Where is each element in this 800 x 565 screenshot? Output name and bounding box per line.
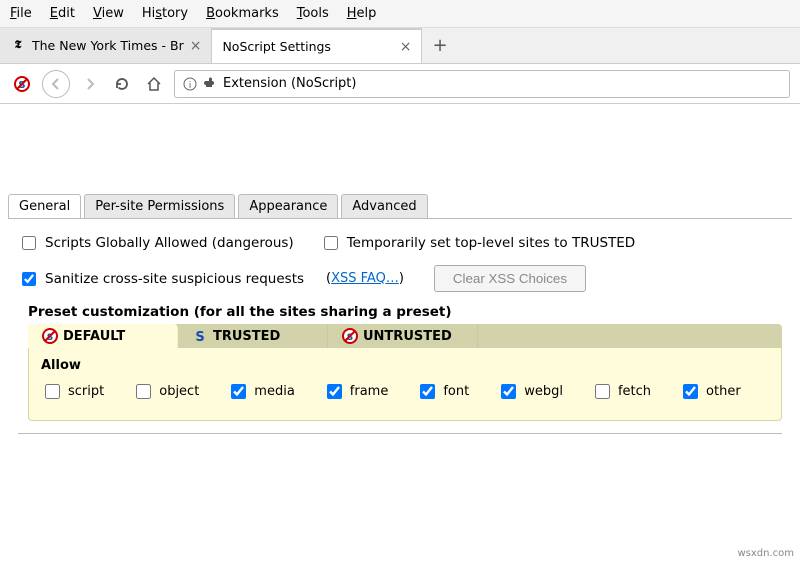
menu-view[interactable]: View: [93, 6, 124, 21]
menubar: File Edit View History Bookmarks Tools H…: [0, 0, 800, 28]
perm-media-checkbox[interactable]: [231, 384, 246, 399]
perm-script-checkbox[interactable]: [45, 384, 60, 399]
temp-trusted-checkbox[interactable]: [324, 236, 338, 250]
sanitize-label: Sanitize cross-site suspicious requests: [45, 271, 304, 287]
preset-tab-label: TRUSTED: [213, 329, 280, 344]
tab-per-site[interactable]: Per-site Permissions: [84, 194, 235, 218]
perm-webgl-label: webgl: [524, 384, 563, 399]
settings-body: Scripts Globally Allowed (dangerous) Tem…: [8, 218, 792, 444]
extension-icon: [203, 77, 217, 91]
perm-fetch: fetch: [591, 381, 651, 402]
perm-font-checkbox[interactable]: [420, 384, 435, 399]
perm-object-label: object: [159, 384, 199, 399]
menu-history[interactable]: History: [142, 6, 188, 21]
perm-fetch-label: fetch: [618, 384, 651, 399]
perm-object-checkbox[interactable]: [136, 384, 151, 399]
svg-text:i: i: [189, 81, 192, 91]
perm-font: font: [416, 381, 469, 402]
reload-button[interactable]: [110, 72, 134, 96]
back-button[interactable]: [42, 70, 70, 98]
perm-frame-label: frame: [350, 384, 389, 399]
preset-tab-untrusted[interactable]: S UNTRUSTED: [328, 324, 478, 348]
clear-xss-button[interactable]: Clear XSS Choices: [434, 265, 586, 292]
menu-tools[interactable]: Tools: [297, 6, 329, 21]
close-icon[interactable]: ×: [400, 39, 412, 55]
tab-advanced[interactable]: Advanced: [341, 194, 427, 218]
noscript-default-icon: S: [42, 328, 58, 344]
preset-tab-trusted[interactable]: S TRUSTED: [178, 324, 328, 348]
navbar: S i Extension (NoScript): [0, 64, 800, 104]
perm-webgl: webgl: [497, 381, 563, 402]
preset-panel: Allow script object media frame font webgl fet…: [28, 348, 782, 421]
perm-other-checkbox[interactable]: [683, 384, 698, 399]
menu-bookmarks[interactable]: Bookmarks: [206, 6, 279, 21]
perm-webgl-checkbox[interactable]: [501, 384, 516, 399]
preset-tab-label: DEFAULT: [63, 329, 125, 344]
tab-general[interactable]: General: [8, 194, 81, 218]
forward-button[interactable]: [78, 72, 102, 96]
menu-edit[interactable]: Edit: [50, 6, 75, 21]
info-icon[interactable]: i: [183, 77, 197, 91]
noscript-toolbar-icon[interactable]: S: [10, 72, 34, 96]
preset-heading: Preset customization (for all the sites …: [28, 304, 782, 320]
perm-other-label: other: [706, 384, 741, 399]
perm-script-label: script: [68, 384, 104, 399]
xss-faq-wrap: (XSS FAQ…): [326, 271, 404, 286]
temp-trusted-label: Temporarily set top-level sites to TRUST…: [347, 235, 636, 251]
perm-frame: frame: [323, 381, 389, 402]
xss-faq-link[interactable]: XSS FAQ…: [331, 271, 399, 286]
close-icon[interactable]: ×: [190, 38, 202, 54]
perm-script: script: [41, 381, 104, 402]
new-tab-button[interactable]: +: [422, 35, 457, 56]
tab-nytimes[interactable]: 𝕿 The New York Times - Br ×: [0, 28, 212, 63]
perm-object: object: [132, 381, 199, 402]
home-button[interactable]: [142, 72, 166, 96]
url-bar[interactable]: i Extension (NoScript): [174, 70, 790, 98]
perm-media: media: [227, 381, 295, 402]
preset-tab-default[interactable]: S DEFAULT: [28, 324, 178, 348]
menu-help[interactable]: Help: [347, 6, 377, 21]
tab-label: The New York Times - Br: [32, 38, 184, 53]
preset-tabs: S DEFAULT S TRUSTED S UNTRUSTED: [28, 324, 782, 348]
noscript-untrusted-icon: S: [342, 328, 358, 344]
settings-tabs: General Per-site Permissions Appearance …: [8, 194, 792, 218]
settings-content: General Per-site Permissions Appearance …: [0, 104, 800, 452]
noscript-trusted-icon: S: [192, 328, 208, 344]
divider: [18, 433, 782, 434]
perm-other: other: [679, 381, 741, 402]
tabbar: 𝕿 The New York Times - Br × NoScript Set…: [0, 28, 800, 64]
watermark: wsxdn.com: [737, 548, 794, 559]
allow-label: Allow: [41, 358, 769, 373]
perm-fetch-checkbox[interactable]: [595, 384, 610, 399]
perm-frame-checkbox[interactable]: [327, 384, 342, 399]
perm-font-label: font: [443, 384, 469, 399]
preset-tab-label: UNTRUSTED: [363, 329, 452, 344]
sanitize-checkbox[interactable]: [22, 272, 36, 286]
url-text: Extension (NoScript): [223, 76, 356, 91]
tab-noscript-settings[interactable]: NoScript Settings ×: [212, 28, 422, 63]
menu-file[interactable]: File: [10, 6, 32, 21]
svg-text:S: S: [195, 330, 204, 344]
permissions-row: script object media frame font webgl fetch othe…: [41, 381, 769, 402]
scripts-global-label: Scripts Globally Allowed (dangerous): [45, 235, 294, 251]
tab-label: NoScript Settings: [222, 39, 393, 54]
nyt-favicon: 𝕿: [10, 38, 26, 54]
scripts-global-checkbox[interactable]: [22, 236, 36, 250]
tab-appearance[interactable]: Appearance: [238, 194, 338, 218]
perm-media-label: media: [254, 384, 295, 399]
